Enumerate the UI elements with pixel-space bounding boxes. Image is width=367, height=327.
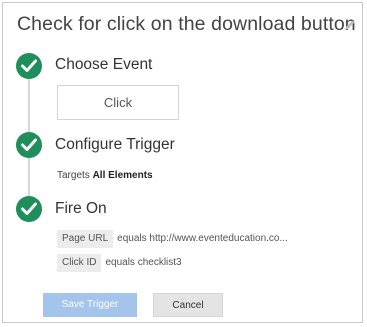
condition-row[interactable]: Page URL equals http://www.eventeducation… bbox=[57, 230, 288, 248]
condition-variable: Click ID bbox=[57, 254, 102, 272]
check-circle-icon bbox=[16, 132, 42, 158]
targets-value: All Elements bbox=[92, 170, 153, 181]
condition-variable: Page URL bbox=[57, 230, 114, 248]
condition-row[interactable]: Click ID equals checklist3 bbox=[57, 254, 182, 272]
targets-label: Targets bbox=[57, 170, 90, 181]
cancel-button[interactable]: Cancel bbox=[153, 293, 223, 317]
event-type-box[interactable]: Click bbox=[57, 85, 179, 120]
trigger-dialog: Check for click on the download button C… bbox=[2, 2, 363, 323]
pencil-icon[interactable] bbox=[344, 19, 356, 31]
check-circle-icon bbox=[16, 53, 42, 79]
step-connector bbox=[28, 79, 30, 132]
step-choose-event-title: Choose Event bbox=[55, 56, 153, 73]
check-circle-icon bbox=[16, 196, 42, 222]
trigger-targets: Targets All Elements bbox=[57, 170, 153, 181]
condition-text: equals http://www.eventeducation.co... bbox=[117, 233, 288, 244]
step-connector bbox=[28, 158, 30, 196]
step-configure-trigger-title: Configure Trigger bbox=[55, 136, 175, 153]
condition-text: equals checklist3 bbox=[105, 257, 182, 268]
dialog-title: Check for click on the download button bbox=[17, 13, 356, 35]
step-fire-on-title: Fire On bbox=[55, 200, 107, 217]
save-trigger-button[interactable]: Save Trigger bbox=[43, 293, 137, 317]
